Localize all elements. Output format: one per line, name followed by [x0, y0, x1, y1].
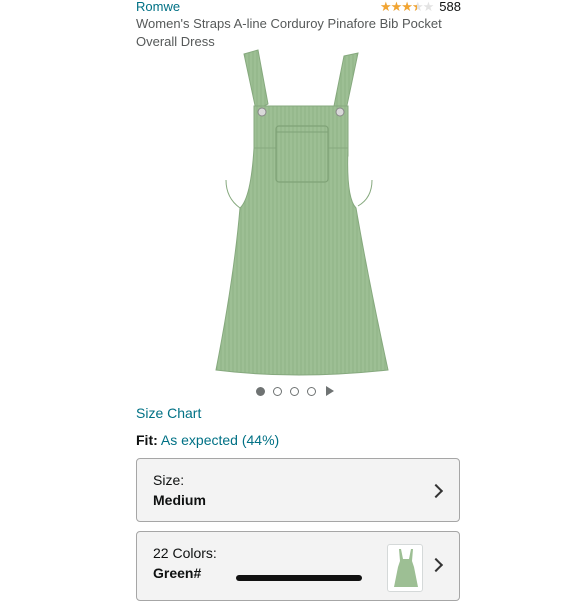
carousel-dot[interactable]	[307, 386, 316, 396]
product-title: Women's Straps A-line Corduroy Pinafore …	[136, 16, 442, 49]
chevron-right-icon	[428, 557, 444, 573]
carousel-dot[interactable]	[273, 386, 282, 396]
review-count: 588	[439, 0, 461, 14]
color-label: 22 Colors:	[153, 545, 217, 561]
fit-value-link[interactable]: As expected (44%)	[161, 432, 279, 448]
video-play-icon[interactable]	[326, 386, 334, 396]
home-indicator	[236, 575, 362, 581]
fit-info: Fit: As expected (44%)	[136, 432, 279, 448]
color-value: Green#	[153, 565, 202, 581]
image-carousel-dots	[256, 386, 334, 396]
carousel-dot[interactable]	[256, 386, 265, 396]
size-chart-link[interactable]: Size Chart	[136, 405, 201, 421]
fit-label: Fit:	[136, 432, 158, 448]
star-rating: ★★★★★ ★★★★★	[380, 0, 434, 14]
color-swatch-thumbnail	[387, 544, 423, 592]
size-value: Medium	[153, 492, 206, 508]
color-selector[interactable]: 22 Colors: Green#	[136, 531, 460, 601]
chevron-right-icon	[428, 483, 444, 499]
brand-link[interactable]: Romwe	[136, 0, 180, 14]
dress-image	[215, 49, 389, 376]
rating[interactable]: ★★★★★ ★★★★★ 588	[380, 0, 461, 14]
carousel-dot[interactable]	[290, 386, 299, 396]
size-selector[interactable]: Size: Medium	[136, 458, 460, 522]
product-image[interactable]	[196, 48, 396, 383]
size-label: Size:	[153, 472, 185, 488]
